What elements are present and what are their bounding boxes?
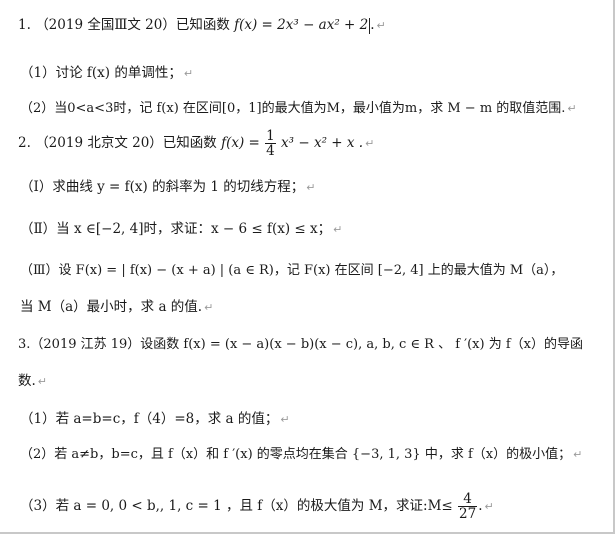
q2-part2: （Ⅱ）当 x ∈[−2, 4]时，求证：x − 6 ≤ f(x) ≤ x； ↵ [20,220,342,239]
q2-part3-text-b: 当 M（a）最小时，求 a 的值. [20,299,203,315]
q2-fraction-numerator: 1 [265,128,276,144]
q2-fraction-denominator: 4 [266,143,275,159]
q3-fraction-denominator: 27 [459,506,477,522]
q3-part3-period: . [478,498,483,514]
q1-part2-text: （2）当0<a<3时，记 f(x) 在区间[0，1]的最大值为M，最小值为m，求… [20,101,566,116]
q1-period: . [370,17,375,33]
paragraph-mark-icon: ↵ [183,67,194,80]
q1-source: （2019 全国Ⅲ文 20）已知函数 [35,17,230,33]
q2-part3-line1: （Ⅲ）设 F(x) = | f(x) − (x + a) | (a ∈ R)，记… [20,262,563,280]
q2-part3-line2: 当 M（a）最小时，求 a 的值. ↵ [20,298,213,317]
q3-header-line2: 数. ↵ [18,372,47,391]
q2-part1: （Ⅰ）求曲线 y = f(x) 的斜率为 1 的切线方程； ↵ [20,178,315,197]
paragraph-mark-icon: ↵ [333,223,343,236]
q3-part2-text: （2）若 a≠b，b=c，且 f（x）和 f ′(x) 的零点均在集合 {−3,… [20,447,572,462]
q2-function-post: x³ − x² + x . [281,135,364,151]
q1-part1: （1）讨论 f(x) 的单调性； ↵ [20,64,193,83]
q3-part2: （2）若 a≠b，b=c，且 f（x）和 f ′(x) 的零点均在集合 {−3,… [20,446,582,464]
q2-function-pre: f(x) = [221,135,260,151]
paragraph-mark-icon: ↵ [484,500,494,513]
document-page: 1. （2019 全国Ⅲ文 20）已知函数 f(x) = 2x³ − ax² +… [0,0,615,534]
q1-part2: （2）当0<a<3时，记 f(x) 在区间[0，1]的最大值为M，最小值为m，求… [20,100,577,118]
q3-part3-text: （3）若 a = 0, 0 < b,, 1, c = 1 ，且 f（x）的极大值… [20,498,453,514]
q3-header-line1: 3.（2019 江苏 19）设函数 f(x) = (x − a)(x − b)(… [18,336,583,354]
paragraph-mark-icon: ↵ [573,448,583,461]
paragraph-mark-icon: ↵ [280,413,290,426]
q3-header-text-b: 数. [18,373,36,389]
q2-header: 2. （2019 北京文 20）已知函数 f(x) = 1 4 x³ − x² … [18,128,374,159]
q3-fraction-numerator: 4 [458,492,478,507]
q3-part3: （3）若 a = 0, 0 < b,, 1, c = 1 ，且 f（x）的极大值… [20,490,494,523]
paragraph-mark-icon: ↵ [306,181,316,194]
q1-part1-text: （1）讨论 f(x) 的单调性； [20,65,182,81]
q2-source: （2019 北京文 20）已知函数 [35,135,217,151]
paragraph-mark-icon: ↵ [204,301,214,314]
q1-number: 1. [18,17,31,33]
paragraph-mark-icon: ↵ [37,375,48,388]
paragraph-mark-icon: ↵ [376,19,386,32]
paragraph-mark-icon: ↵ [567,102,577,115]
q2-number: 2. [18,135,31,151]
q3-part1: （1）若 a=b=c，f（4）=8，求 a 的值； ↵ [20,410,290,429]
q1-function: f(x) = 2x³ − ax² + 2 [234,17,369,33]
q3-fraction: 4 27 [458,492,478,522]
q2-part3-text-a: （Ⅲ）设 F(x) = | f(x) − (x + a) | (a ∈ R)，记… [20,263,564,278]
q2-fraction: 1 4 [265,129,276,158]
q2-part1-text: （Ⅰ）求曲线 y = f(x) 的斜率为 1 的切线方程； [20,179,305,195]
paragraph-mark-icon: ↵ [365,137,375,150]
q2-part2-text: （Ⅱ）当 x ∈[−2, 4]时，求证：x − 6 ≤ f(x) ≤ x； [20,221,332,237]
q3-header-text-a: 3.（2019 江苏 19）设函数 f(x) = (x − a)(x − b)(… [18,337,583,352]
q3-part1-text: （1）若 a=b=c，f（4）=8，求 a 的值； [20,411,279,427]
q1-header: 1. （2019 全国Ⅲ文 20）已知函数 f(x) = 2x³ − ax² +… [18,16,386,35]
